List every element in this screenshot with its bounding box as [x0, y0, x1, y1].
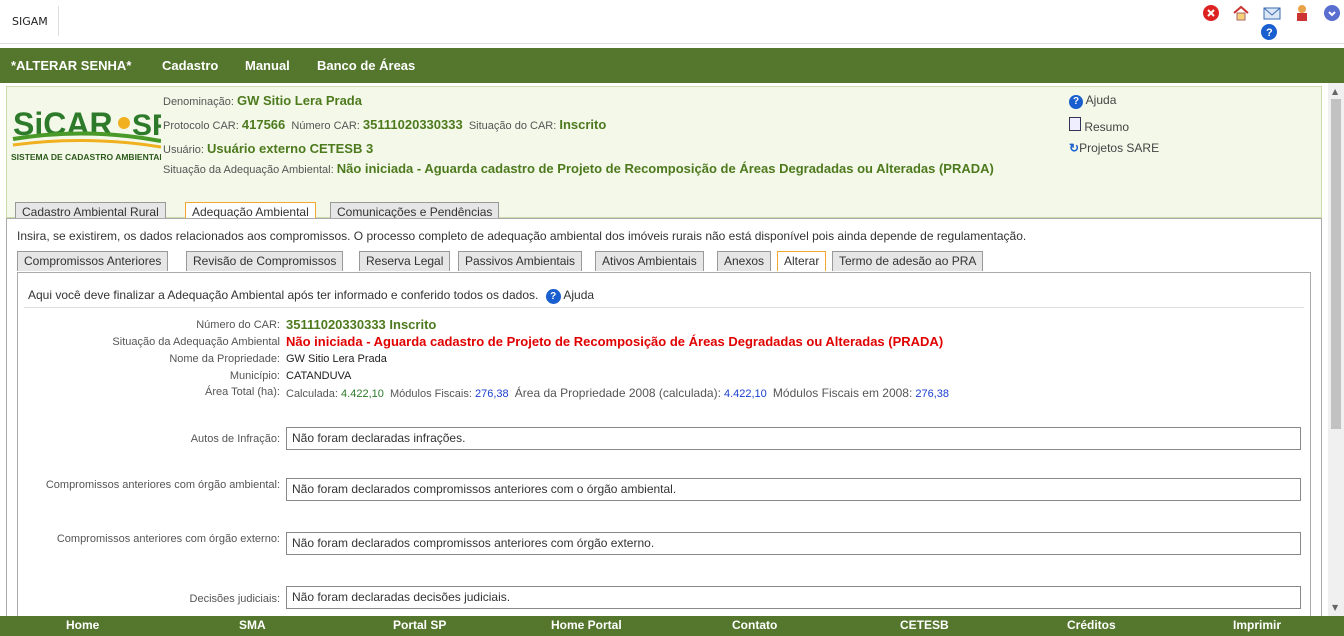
numero-car-value: 35111020330333 Inscrito [286, 317, 437, 332]
refresh-icon: ↻ [1069, 141, 1080, 155]
footer-sma[interactable]: SMA [239, 618, 266, 632]
scroll-down-icon[interactable]: ▼ [1332, 603, 1338, 612]
tab-anexos[interactable]: Anexos [717, 251, 772, 271]
divider [24, 307, 1304, 308]
car-header: SiCAR SP SISTEMA DE CADASTRO AMBIENTAL R… [6, 86, 1322, 222]
footer-nav: Home SMA Portal SP Home Portal Contato C… [0, 616, 1344, 636]
app-title: SIGAM [12, 15, 48, 28]
area-values: Calculada: 4.422,10 Módulos Fiscais: 276… [286, 386, 950, 400]
nav-cadastro[interactable]: Cadastro [162, 58, 218, 73]
tab-alterar[interactable]: Alterar [777, 251, 827, 271]
main-content: SiCAR SP SISTEMA DE CADASTRO AMBIENTAL R… [0, 83, 1328, 616]
divider [58, 6, 59, 36]
nav-banco-areas[interactable]: Banco de Áreas [317, 58, 415, 73]
help-icon[interactable]: ? [1261, 24, 1277, 40]
nav-manual[interactable]: Manual [245, 58, 290, 73]
municipio-value: CATANDUVA [286, 370, 352, 382]
tab-ativos-ambientais[interactable]: Ativos Ambientais [595, 251, 704, 271]
svg-text:SISTEMA DE CADASTRO AMBIENTAL: SISTEMA DE CADASTRO AMBIENTAL RURAL [11, 152, 161, 162]
adequacao-row: Situação da Adequação Ambiental: Não ini… [163, 161, 994, 176]
tab-revisao-compromissos[interactable]: Revisão de Compromissos [186, 251, 344, 271]
situacao-label: Situação da Adequação Ambiental [112, 336, 280, 348]
tab-compromissos-anteriores[interactable]: Compromissos Anteriores [17, 251, 169, 271]
tab-reserva-legal[interactable]: Reserva Legal [359, 251, 451, 271]
decisoes-label: Decisões judiciais: [189, 593, 280, 605]
document-icon [1069, 117, 1081, 131]
alterar-panel: Aqui você deve finalizar a Adequação Amb… [17, 272, 1311, 616]
ajuda-link[interactable]: ? Ajuda [1069, 93, 1116, 109]
scroll-up-icon[interactable]: ▲ [1332, 87, 1338, 96]
denominacao-value: GW Sitio Lera Prada [237, 93, 362, 108]
compromissos-ambiental-label: Compromissos anteriores com órgão ambien… [45, 479, 280, 491]
resumo-link[interactable]: Resumo [1069, 117, 1129, 134]
mail-icon[interactable] [1263, 5, 1281, 21]
protocolo-row: Protocolo CAR: 417566 Número CAR: 351110… [163, 117, 607, 132]
autos-label: Autos de Infração: [190, 433, 280, 445]
usuario-row: Usuário: Usuário externo CETESB 3 [163, 141, 374, 156]
area-label: Área Total (ha): [204, 386, 280, 398]
main-nav: *ALTERAR SENHA* Cadastro Manual Banco de… [0, 48, 1344, 83]
sicar-logo: SiCAR SP SISTEMA DE CADASTRO AMBIENTAL R… [11, 97, 197, 167]
footer-imprimir[interactable]: Imprimir [1233, 618, 1281, 632]
compromissos-externo-label: Compromissos anteriores com órgão extern… [56, 533, 280, 545]
compromissos-externo-field[interactable]: Não foram declarados compromissos anteri… [286, 532, 1301, 555]
help-icon[interactable]: ? [545, 289, 561, 304]
autos-field[interactable]: Não foram declaradas infrações. [286, 427, 1301, 450]
nav-alterar-senha[interactable]: *ALTERAR SENHA* [11, 58, 131, 73]
close-icon[interactable] [1203, 5, 1219, 21]
home-icon[interactable] [1233, 5, 1249, 21]
tab-passivos-ambientais[interactable]: Passivos Ambientais [458, 251, 583, 271]
footer-creditos[interactable]: Créditos [1067, 618, 1116, 632]
decisoes-field[interactable]: Não foram declaradas decisões judiciais. [286, 586, 1301, 609]
adequacao-panel: Insira, se existirem, os dados relaciona… [6, 218, 1322, 616]
guide-text: Aqui você deve finalizar a Adequação Amb… [28, 288, 595, 304]
footer-portal-sp[interactable]: Portal SP [393, 618, 446, 632]
logout-icon[interactable] [1324, 5, 1340, 21]
compromissos-ambiental-field[interactable]: Não foram declarados compromissos anteri… [286, 478, 1301, 501]
municipio-label: Município: [229, 370, 280, 382]
nome-label: Nome da Propriedade: [169, 353, 280, 365]
numero-car-label: Número do CAR: [196, 319, 280, 331]
nome-value: GW Sitio Lera Prada [286, 353, 387, 365]
user-icon[interactable] [1294, 4, 1310, 21]
intro-text: Insira, se existirem, os dados relaciona… [17, 229, 1027, 243]
footer-home-portal[interactable]: Home Portal [551, 618, 622, 632]
help-icon: ? [1069, 95, 1083, 109]
projetos-sare-link[interactable]: ↻Projetos SARE [1069, 141, 1159, 155]
guide-help-link[interactable]: Ajuda [563, 288, 594, 302]
tab-termo-adesao[interactable]: Termo de adesão ao PRA [832, 251, 984, 271]
scroll-thumb[interactable] [1331, 99, 1341, 429]
footer-cetesb[interactable]: CETESB [900, 618, 949, 632]
denominacao-row: Denominação: GW Sitio Lera Prada [163, 93, 362, 108]
footer-contato[interactable]: Contato [732, 618, 777, 632]
svg-text:?: ? [1266, 27, 1273, 39]
scrollbar[interactable]: ▲ ▼ [1328, 83, 1344, 616]
top-bar: SIGAM ? [0, 0, 1344, 44]
footer-home[interactable]: Home [66, 618, 99, 632]
situacao-value: Não iniciada - Aguarda cadastro de Proje… [286, 334, 944, 349]
